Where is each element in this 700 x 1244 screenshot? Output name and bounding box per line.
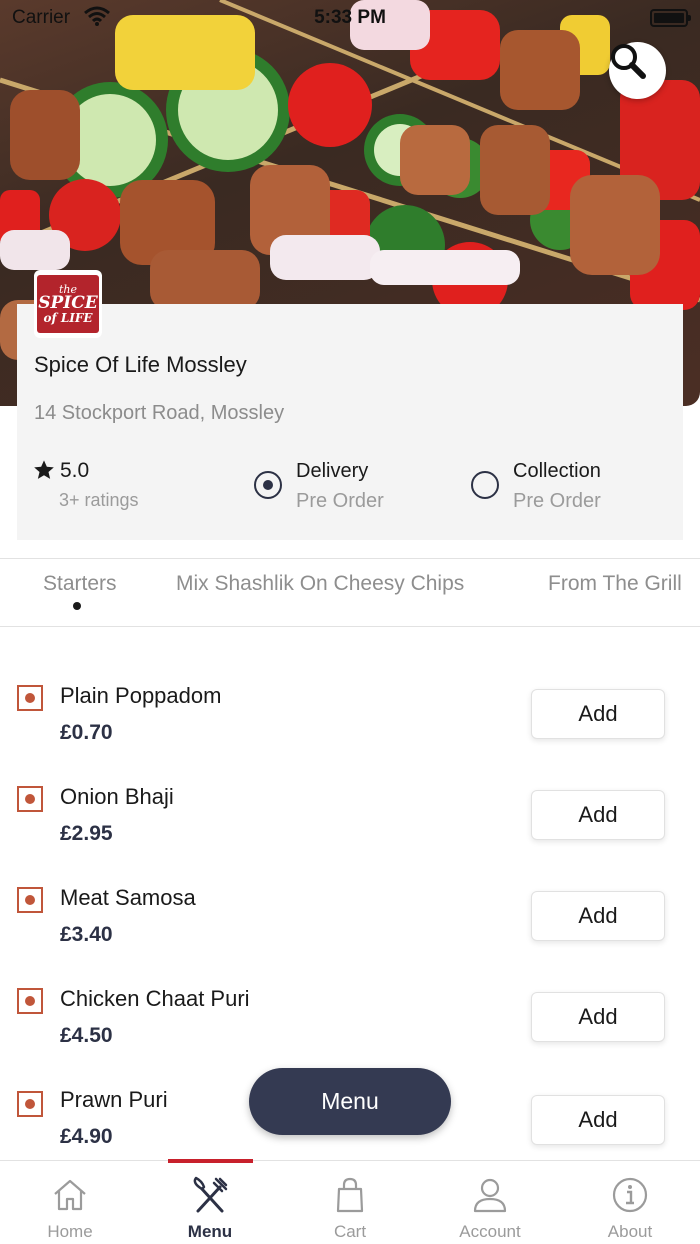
status-bar: Carrier 5:33 PM — [0, 0, 700, 36]
item-price: £4.50 — [60, 1024, 113, 1047]
item-name: Chicken Chaat Puri — [60, 986, 250, 1011]
star-icon — [33, 459, 55, 486]
add-button[interactable]: Add — [531, 891, 665, 941]
battery-icon — [650, 9, 691, 27]
menu-item: Plain Poppadom £0.70 Add — [0, 683, 700, 785]
category-tabs: Starters Mix Shashlik On Cheesy Chips Fr… — [0, 558, 700, 627]
nav-account-label: Account — [459, 1222, 521, 1241]
nav-home-label: Home — [47, 1222, 93, 1241]
delivery-radio[interactable] — [254, 471, 282, 499]
nav-about-label: About — [607, 1222, 653, 1241]
add-button[interactable]: Add — [531, 689, 665, 739]
item-name: Plain Poppadom — [60, 683, 222, 708]
search-icon — [611, 44, 646, 79]
veg-marker-icon — [17, 685, 43, 711]
rating-value: 5.0 — [60, 459, 90, 482]
item-price: £2.95 — [60, 822, 113, 845]
item-price: £3.40 — [60, 923, 113, 946]
nav-menu-label: Menu — [187, 1222, 233, 1241]
delivery-option-title[interactable]: Delivery — [296, 460, 368, 483]
nav-cart[interactable]: Cart — [280, 1161, 420, 1244]
search-button[interactable] — [609, 42, 666, 99]
item-name: Meat Samosa — [60, 885, 196, 910]
menu-item: Onion Bhaji £2.95 Add — [0, 784, 700, 886]
delivery-option-subtitle: Pre Order — [296, 490, 384, 512]
shopping-bag-icon — [336, 1177, 364, 1213]
collection-option-title[interactable]: Collection — [513, 460, 601, 483]
home-icon — [54, 1179, 86, 1211]
item-name: Onion Bhaji — [60, 784, 174, 809]
nav-menu[interactable]: Menu — [140, 1161, 280, 1244]
nav-home[interactable]: Home — [0, 1161, 140, 1244]
veg-marker-icon — [17, 1091, 43, 1117]
collection-radio[interactable] — [471, 471, 499, 499]
restaurant-address: 14 Stockport Road, Mossley — [34, 402, 285, 424]
rating-count: 3+ ratings — [59, 490, 139, 510]
menu-item: Meat Samosa £3.40 Add — [0, 885, 700, 987]
restaurant-name: Spice Of Life Mossley — [34, 352, 247, 377]
fork-knife-icon — [193, 1176, 228, 1213]
veg-marker-icon — [17, 887, 43, 913]
collection-option-subtitle: Pre Order — [513, 490, 601, 512]
nav-cart-label: Cart — [333, 1222, 367, 1241]
restaurant-logo: the SPICE of LIFE — [34, 270, 102, 338]
user-icon — [473, 1178, 507, 1213]
nav-about[interactable]: About — [560, 1161, 700, 1244]
bottom-navigation: Home Menu Cart Account About — [0, 1159, 700, 1244]
item-name: Prawn Puri — [60, 1089, 168, 1112]
item-price: £4.90 — [60, 1125, 113, 1148]
menu-floating-button[interactable]: Menu — [249, 1068, 451, 1135]
nav-account[interactable]: Account — [420, 1161, 560, 1244]
veg-marker-icon — [17, 786, 43, 812]
tab-mix-shashlik[interactable]: Mix Shashlik On Cheesy Chips — [176, 572, 464, 596]
tab-from-the-grill[interactable]: From The Grill — [548, 572, 682, 596]
active-tab-indicator — [73, 602, 81, 610]
add-button[interactable]: Add — [531, 992, 665, 1042]
veg-marker-icon — [17, 988, 43, 1014]
tab-starters[interactable]: Starters — [43, 572, 117, 596]
info-icon — [612, 1177, 648, 1213]
status-time: 5:33 PM — [314, 7, 386, 28]
add-button[interactable]: Add — [531, 1095, 665, 1145]
add-button[interactable]: Add — [531, 790, 665, 840]
item-price: £0.70 — [60, 721, 113, 744]
